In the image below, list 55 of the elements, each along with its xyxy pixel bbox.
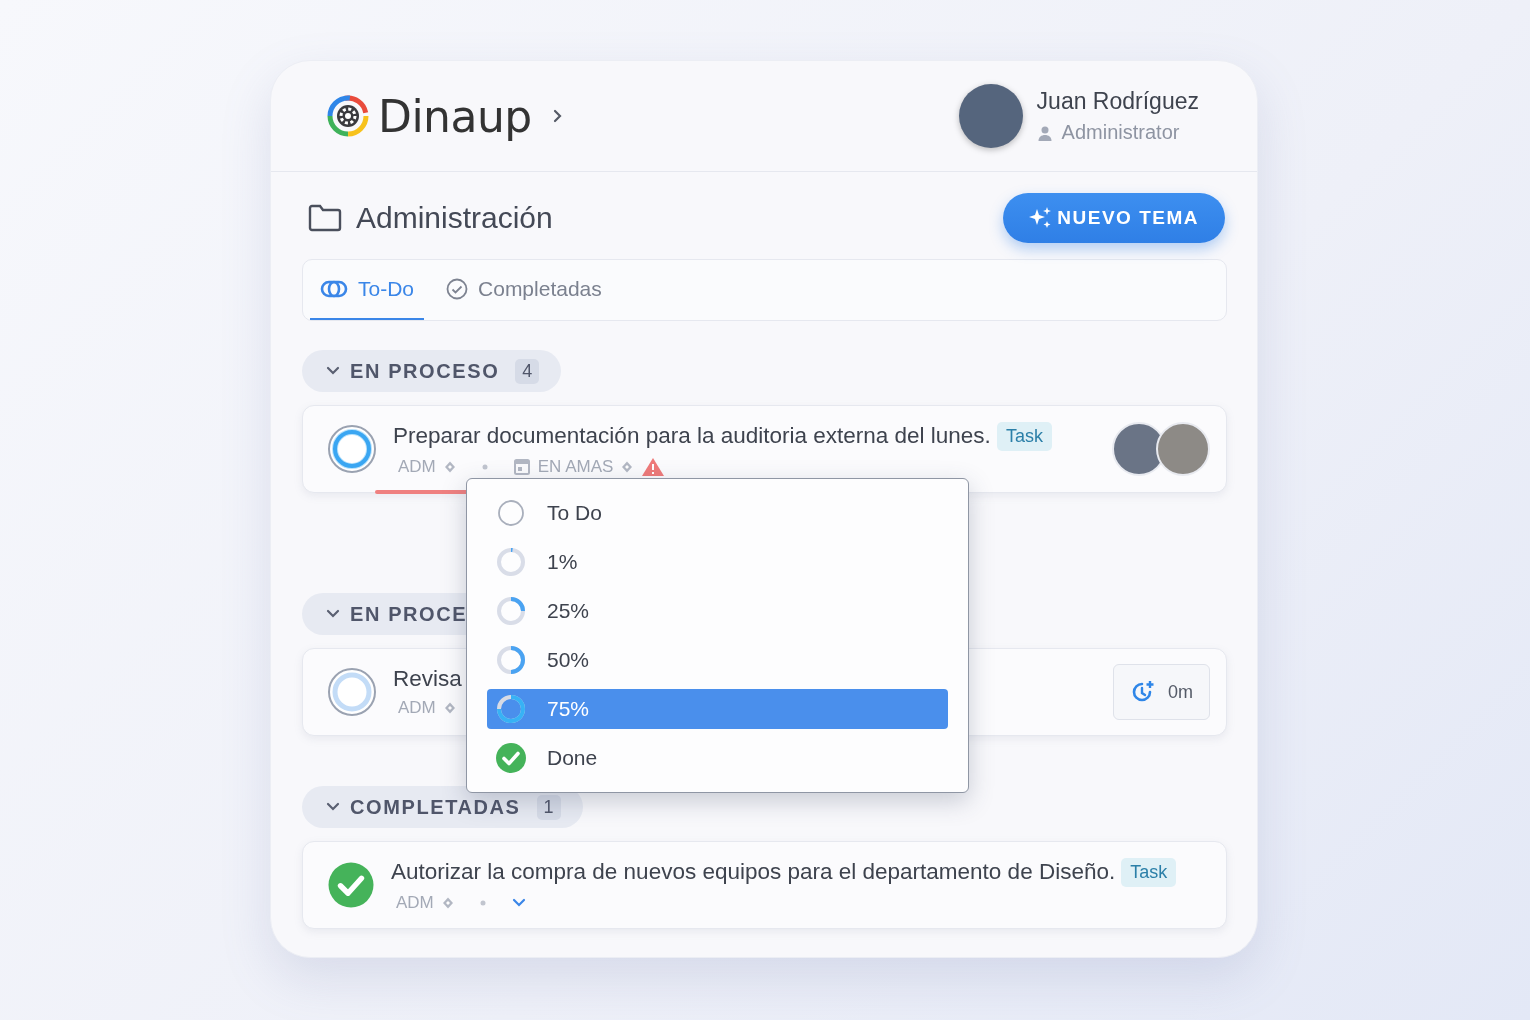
timer-button[interactable]: 0m <box>1113 664 1210 720</box>
sort-icon[interactable] <box>621 460 634 473</box>
dot-icon <box>479 899 486 906</box>
section-title: Administración <box>356 201 553 235</box>
progress-ring-icon <box>495 644 527 676</box>
check-circle-icon <box>446 278 469 300</box>
list-name: EN AMAS <box>537 456 614 477</box>
status-ring-icon[interactable] <box>327 424 377 474</box>
done-check-icon <box>495 742 527 774</box>
task-title: Preparar documentación para la auditoria externa del lunes. <box>393 423 991 449</box>
person-icon <box>1036 124 1053 141</box>
count-badge: 4 <box>515 358 540 384</box>
dot-icon <box>481 463 488 470</box>
task-title: Autorizar la compra de nuevos equipos para el departamento de Diseño. <box>391 859 1116 885</box>
status-ring-icon[interactable] <box>327 667 377 717</box>
done-check-icon[interactable] <box>327 861 375 909</box>
chevron-icon[interactable] <box>326 802 340 812</box>
chevron-right-icon[interactable] <box>551 108 564 124</box>
status-option[interactable]: 1% <box>487 542 948 582</box>
warning-icon <box>641 456 666 477</box>
chevron-down-icon[interactable] <box>511 897 526 908</box>
logo-icon <box>326 94 370 138</box>
task-card[interactable]: Autorizar la compra de nuevos equipos para el departamento de Diseño. Task ADM <box>302 841 1227 929</box>
status-option[interactable]: Done <box>487 738 948 778</box>
progress-ring-icon <box>495 693 527 725</box>
task-tag: Task <box>996 421 1052 451</box>
task-title: Revisa <box>393 666 462 692</box>
chevron-icon[interactable] <box>326 609 340 619</box>
owner-code: ADM <box>398 698 436 718</box>
chevron-icon[interactable] <box>326 366 340 376</box>
avatar-stack[interactable] <box>1112 422 1210 476</box>
calendar-icon <box>513 458 530 475</box>
status-option[interactable]: 50% <box>487 640 948 680</box>
tab[interactable]: To-Do <box>310 260 425 320</box>
owner-code: ADM <box>398 456 436 477</box>
tab[interactable]: Completadas <box>436 260 612 320</box>
user-role: Administrator <box>1061 121 1180 144</box>
folder-icon <box>308 204 342 232</box>
toggle-icon <box>320 280 348 298</box>
sort-icon[interactable] <box>441 896 454 909</box>
app-name: Dinaup <box>378 90 532 142</box>
status-option[interactable]: To Do <box>487 493 948 533</box>
owner-code: ADM <box>396 892 434 913</box>
sort-icon[interactable] <box>443 460 456 473</box>
status-option[interactable]: 25% <box>487 591 948 631</box>
sort-icon[interactable] <box>443 702 456 714</box>
progress-ring-icon <box>495 497 527 529</box>
progress-ring-icon <box>495 595 527 627</box>
avatar-placeholder[interactable] <box>958 84 1023 148</box>
task-card[interactable]: Preparar documentación para la auditoria externa del lunes. Task ADM EN AMAS <box>302 405 1227 493</box>
new-topic-button[interactable]: NUEVO TEMA <box>1003 193 1225 243</box>
group-header[interactable]: EN PROCESO 4 <box>302 350 562 392</box>
user-name: Juan Rodríguez <box>1036 88 1199 115</box>
task-tag: Task <box>1121 857 1177 887</box>
progress-ring-icon <box>495 546 527 578</box>
